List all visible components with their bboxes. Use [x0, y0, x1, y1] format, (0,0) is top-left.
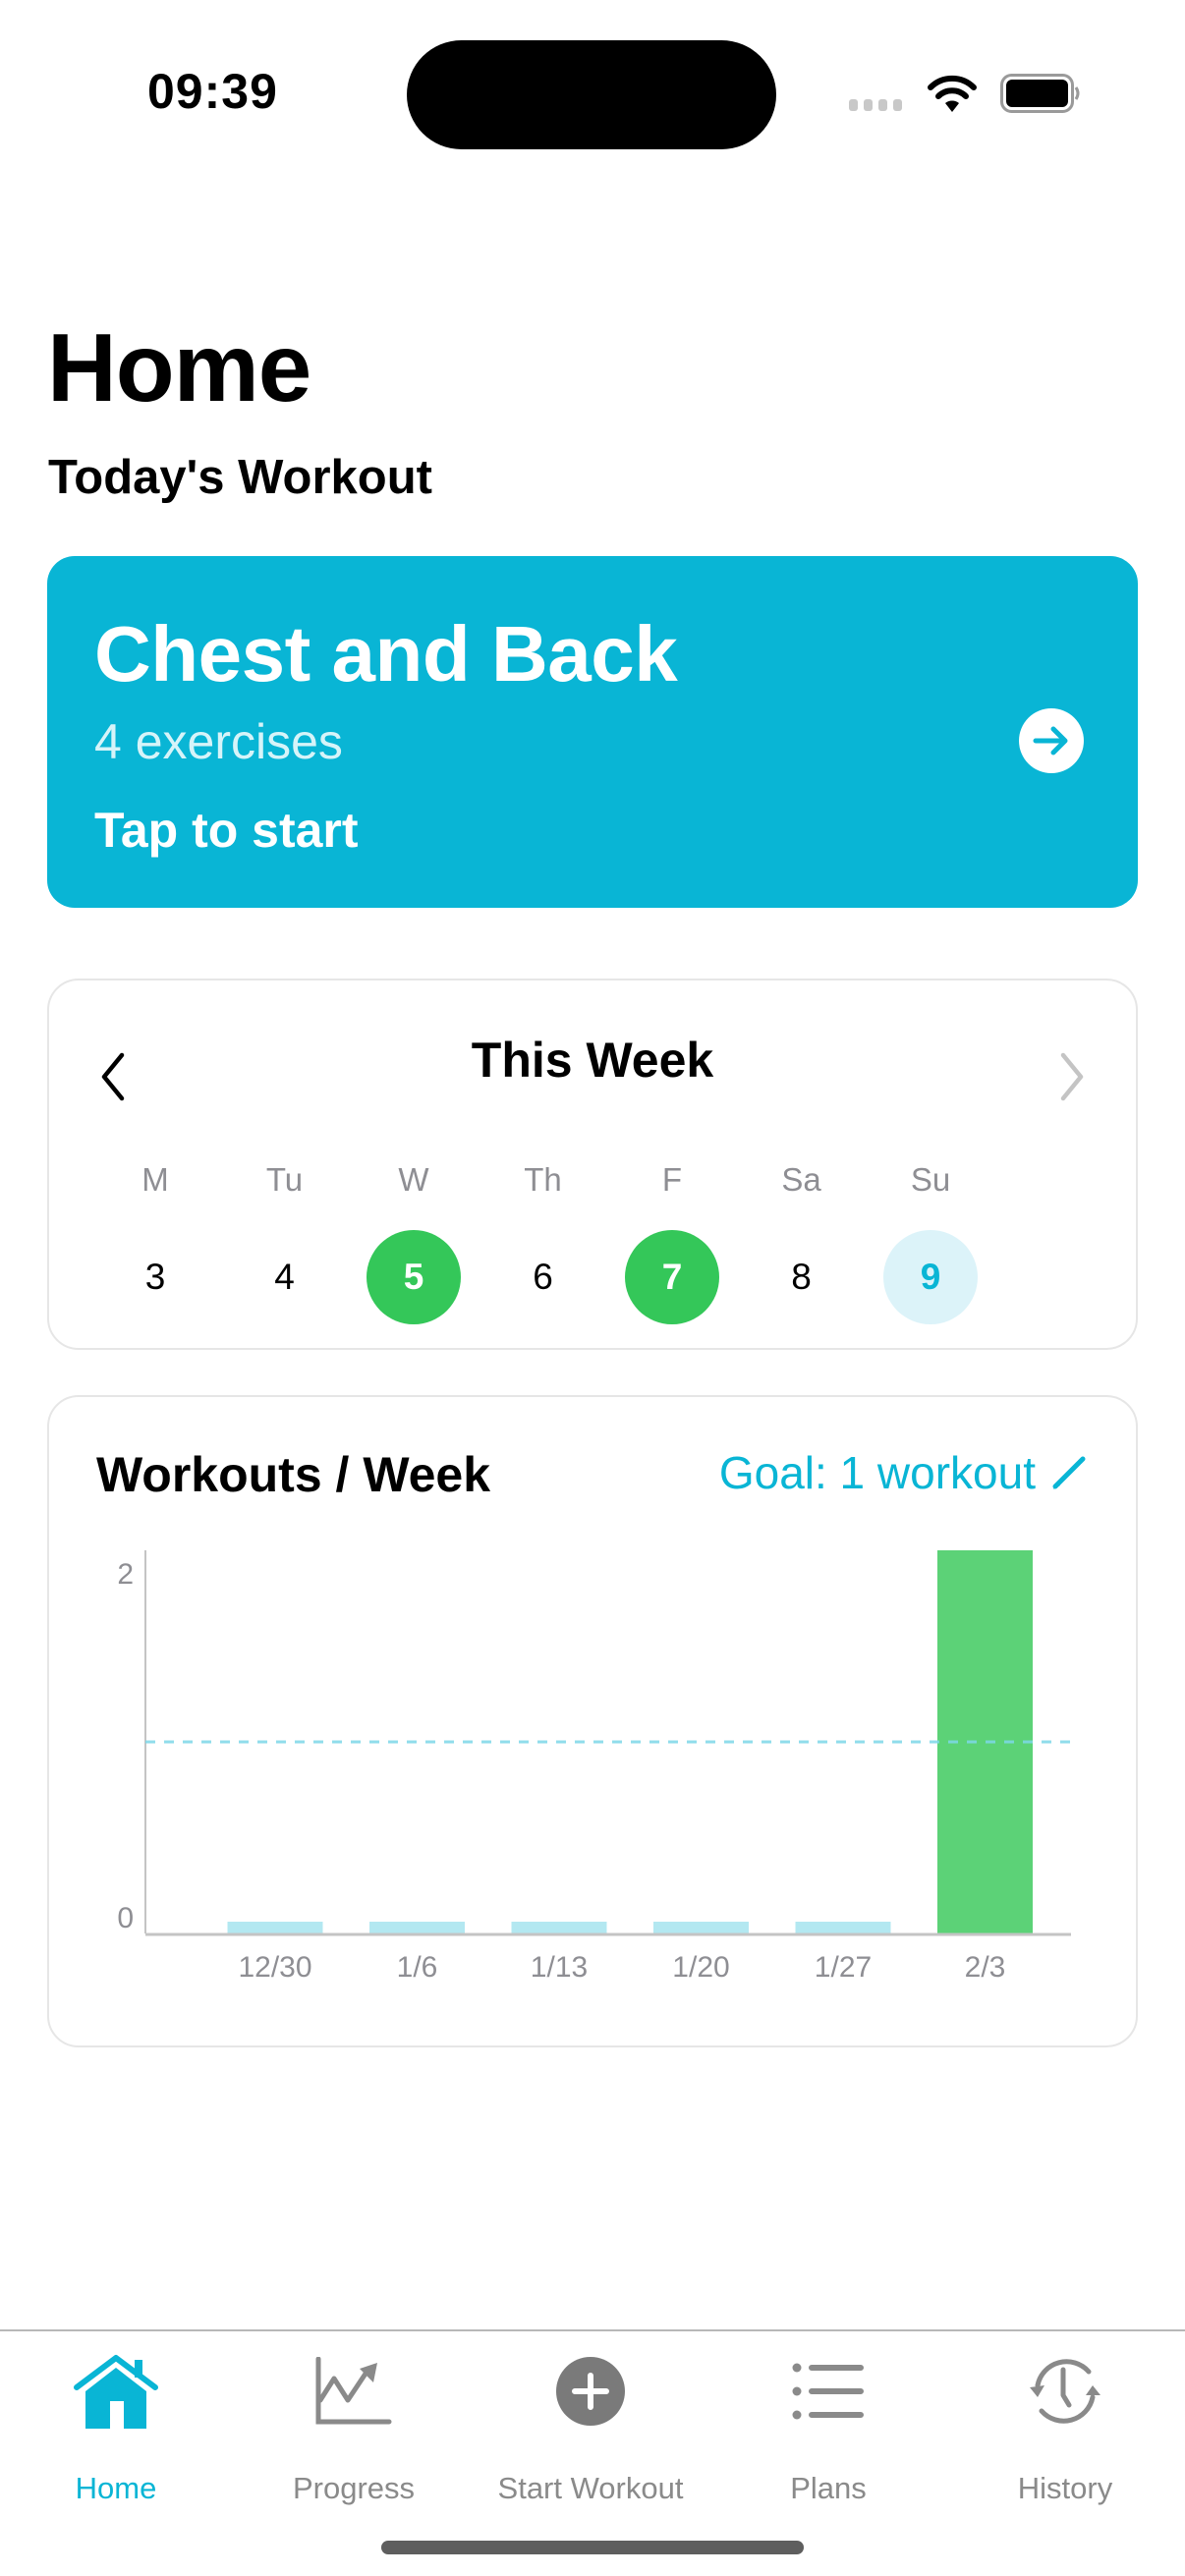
day-column: Sa 8: [753, 1155, 851, 1324]
status-time: 09:39: [147, 64, 278, 119]
day-number[interactable]: 8: [755, 1230, 849, 1324]
y-tick-label: 0: [117, 1902, 134, 1934]
tab-history[interactable]: History: [957, 2349, 1173, 2506]
todays-workout-card[interactable]: Chest and Back 4 exercises Tap to start: [47, 556, 1138, 908]
home-indicator[interactable]: [381, 2541, 804, 2554]
section-title-todays-workout: Today's Workout: [48, 451, 432, 504]
plus-circle-icon: [556, 2357, 625, 2426]
day-number[interactable]: 5: [367, 1230, 461, 1324]
day-number[interactable]: 7: [625, 1230, 719, 1324]
day-column: W5: [365, 1155, 463, 1324]
arrow-right-circle-icon[interactable]: [1019, 708, 1084, 773]
tap-to-start-label: Tap to start: [94, 803, 359, 858]
dynamic-island: [407, 40, 776, 149]
x-tick-label: 1/6: [397, 1951, 438, 1984]
tab-label: Plans: [790, 2471, 867, 2505]
battery-icon: [1000, 74, 1080, 113]
day-label: Tu: [265, 1161, 304, 1198]
day-column: M3: [106, 1155, 204, 1324]
tab-start-workout[interactable]: Start Workout: [482, 2349, 699, 2506]
y-tick-label: 2: [117, 1558, 134, 1591]
day-column: Su 9: [881, 1155, 980, 1324]
status-bar: 09:39: [0, 0, 1185, 187]
list-icon: [792, 2363, 864, 2420]
tab-label: Start Workout: [497, 2471, 684, 2505]
day-label: Su: [910, 1161, 951, 1198]
day-column: F7: [623, 1155, 721, 1324]
history-clock-icon: [1030, 2359, 1100, 2424]
x-tick-label: 1/27: [815, 1951, 872, 1984]
week-title: This Week: [471, 1033, 714, 1088]
bar-1-20: [653, 1922, 749, 1933]
page-title: Home: [47, 313, 311, 421]
pencil-icon: [1052, 1456, 1086, 1489]
tab-label: Home: [75, 2471, 157, 2505]
day-label: Sa: [781, 1161, 821, 1198]
day-label: Th: [524, 1161, 562, 1198]
day-column: Tu 4: [236, 1155, 334, 1324]
x-tick-label: 1/13: [531, 1951, 588, 1984]
bar-1-27: [795, 1922, 891, 1933]
wifi-icon: [928, 75, 977, 112]
house-icon: [74, 2355, 158, 2429]
tab-label: Progress: [292, 2471, 416, 2505]
day-number[interactable]: 6: [496, 1230, 591, 1324]
goal-label: Goal: 1 workout: [718, 1447, 1036, 1498]
edit-goal-button[interactable]: Goal: 1 workout: [719, 1446, 1089, 1499]
day-label: M: [141, 1161, 169, 1198]
tab-progress[interactable]: Progress: [246, 2349, 462, 2506]
x-tick-label: 12/30: [238, 1951, 311, 1984]
tab-plans[interactable]: Plans: [720, 2349, 936, 2506]
bar-12-30: [227, 1922, 323, 1933]
chevron-right-icon[interactable]: [1051, 1049, 1091, 1104]
workouts-per-week-card: 0 2 12/30 1/6 1/13 1/20 1/27 2/3 Workouts / Wee…: [47, 1395, 1138, 2047]
day-column: Th 6: [494, 1155, 592, 1324]
bar-1-13: [511, 1922, 607, 1933]
x-tick-label: 2/3: [965, 1951, 1006, 1984]
this-week-card: This Week M 3 Tu 4 W 5 Th 6 F 7 Sa 8 Su 9: [47, 979, 1138, 1350]
tab-bar: Home Progress Start Workout Plans Histor…: [0, 2329, 1185, 2576]
exercise-count: 4 exercises: [94, 714, 343, 769]
day-label: W: [398, 1161, 429, 1198]
cellular-signal-icon: [849, 99, 902, 111]
chart-title: Workouts / Week: [96, 1447, 491, 1502]
day-number[interactable]: 3: [108, 1230, 202, 1324]
bar-1-6: [369, 1922, 465, 1933]
day-label: F: [661, 1161, 683, 1198]
tab-home[interactable]: Home: [8, 2349, 224, 2506]
day-number[interactable]: 4: [238, 1230, 332, 1324]
day-number[interactable]: 9: [883, 1230, 978, 1324]
x-tick-label: 1/20: [672, 1951, 729, 1984]
workout-name: Chest and Back: [94, 610, 678, 698]
chart-line-icon: [315, 2357, 392, 2425]
tab-label: History: [1017, 2471, 1113, 2505]
